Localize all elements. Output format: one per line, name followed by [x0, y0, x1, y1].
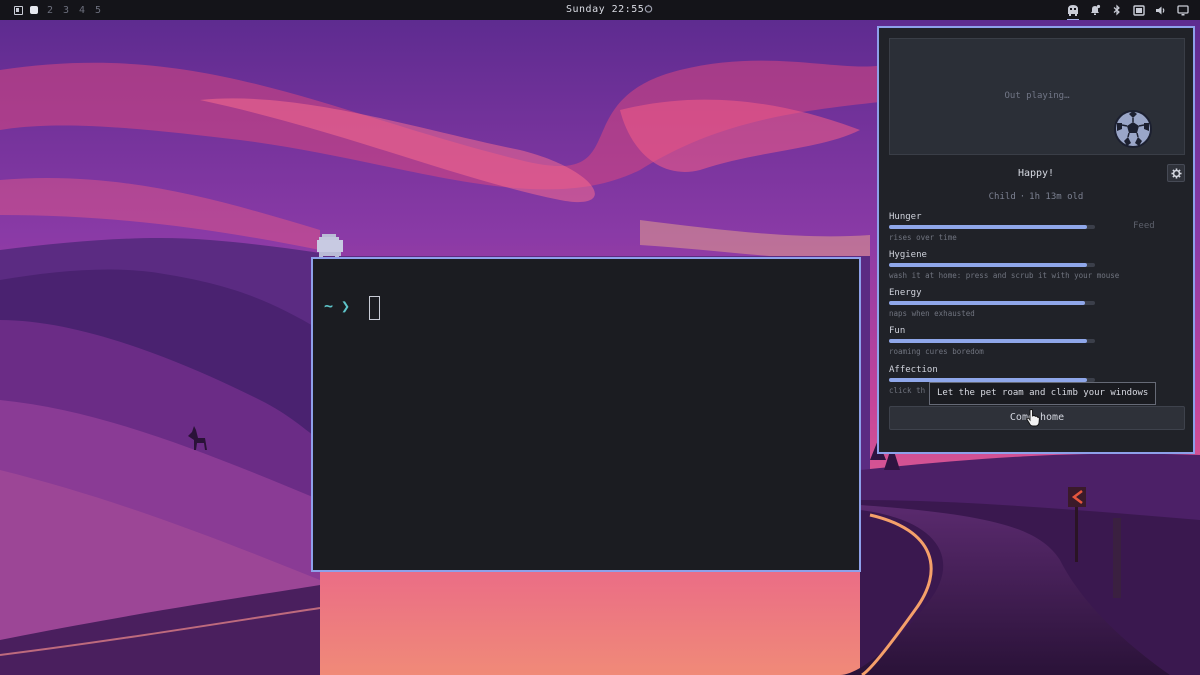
stat-bar-fill: [889, 263, 1087, 267]
workspace-5[interactable]: 5: [90, 3, 106, 17]
pet-age: Child · 1h 13m old: [879, 192, 1193, 202]
stat-bar: [889, 225, 1095, 229]
pet-panel: Out playing… Happy! Child · 1h 13m old H…: [877, 26, 1195, 454]
pet-age-value: 1h 13m old: [1029, 192, 1084, 202]
stat-hint: naps when exhausted: [889, 309, 975, 318]
stat-bar-fill: [889, 225, 1087, 229]
stat-name: Energy: [889, 288, 922, 298]
stat-name: Hygiene: [889, 250, 927, 260]
workspace-2[interactable]: 2: [42, 3, 58, 17]
stat-hygiene: Hygiene wash it at home: press and scrub…: [889, 250, 1185, 286]
pet-stage: Child: [988, 192, 1016, 202]
stat-bar-fill: [889, 339, 1087, 343]
display-icon[interactable]: [1172, 2, 1194, 18]
stat-fun: Fun roaming cures boredom: [889, 326, 1185, 362]
stat-hint: rises over time: [889, 233, 957, 242]
workspace-switcher: 2 3 4 5: [10, 3, 106, 17]
stat-energy: Energy naps when exhausted: [889, 288, 1185, 324]
screen-icon[interactable]: [1128, 2, 1150, 18]
stat-hint: wash it at home: press and scrub it with…: [889, 271, 1120, 280]
notification-icon[interactable]: [1084, 2, 1106, 18]
stat-hint: roaming cures boredom: [889, 347, 984, 356]
stat-bar: [889, 339, 1095, 343]
workspace-layout-icon[interactable]: [10, 3, 26, 17]
soccer-ball-icon: [1114, 110, 1152, 148]
terminal-cursor[interactable]: [369, 296, 380, 320]
stat-name: Hunger: [889, 212, 922, 222]
scene-status: Out playing…: [1004, 91, 1070, 101]
prompt-arrow-icon: ❯: [341, 297, 351, 315]
settings-button[interactable]: [1167, 164, 1185, 182]
terminal-prompt: ~ ❯: [324, 297, 350, 315]
stat-name: Affection: [889, 365, 938, 375]
bluetooth-icon[interactable]: [1106, 2, 1128, 18]
feed-button[interactable]: Feed: [1133, 221, 1155, 231]
system-tray: [1062, 2, 1194, 20]
stat-bar: [889, 301, 1095, 305]
volume-icon[interactable]: [1150, 2, 1172, 18]
gear-icon: [1170, 167, 1182, 179]
stat-hint: click th: [889, 386, 926, 395]
workspace-3[interactable]: 3: [58, 3, 74, 17]
workspace-4[interactable]: 4: [74, 3, 90, 17]
timer-icon[interactable]: [644, 4, 653, 16]
prompt-directory: ~: [324, 297, 334, 315]
stat-hunger: Hunger rises over time Feed: [889, 212, 1185, 248]
pet-icon[interactable]: [1062, 2, 1084, 20]
top-bar: 2 3 4 5 Sunday 22:55: [0, 0, 1200, 20]
stat-bar: [889, 263, 1095, 267]
stat-bar-fill: [889, 301, 1085, 305]
pet-scene: Out playing…: [889, 38, 1185, 155]
age-separator: ·: [1019, 192, 1026, 202]
hand-pointer-icon: [1026, 409, 1040, 427]
clock[interactable]: Sunday 22:55: [566, 4, 644, 15]
terminal-window[interactable]: ~ ❯: [311, 257, 861, 572]
pet-mood: Happy!: [1017, 168, 1055, 179]
workspace-active-dot-icon: [30, 6, 38, 14]
stat-name: Fun: [889, 326, 906, 336]
come-home-tooltip: Let the pet roam and climb your windows: [929, 382, 1157, 405]
workspace-1[interactable]: [26, 3, 42, 17]
